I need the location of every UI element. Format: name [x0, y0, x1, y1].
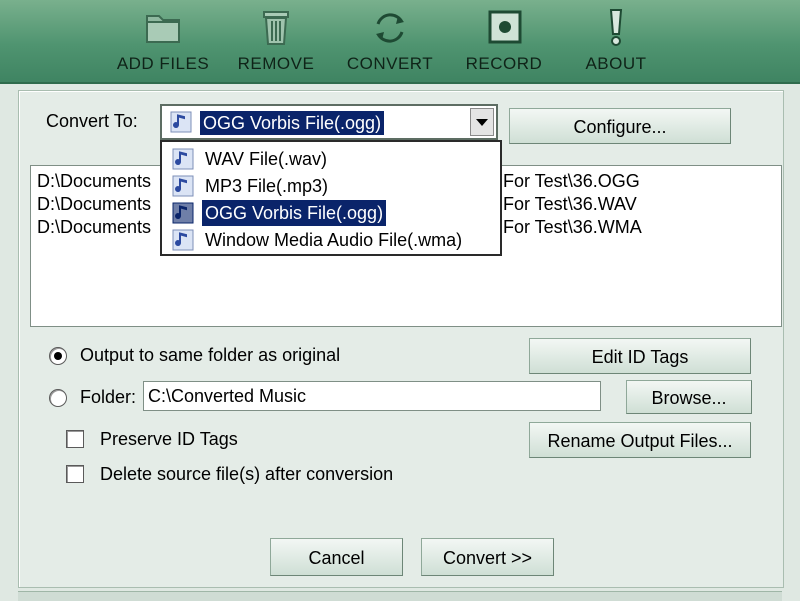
- convert-button[interactable]: Convert >>: [421, 538, 554, 576]
- list-item[interactable]: D:\Documents For Test\36.WMA: [37, 216, 642, 239]
- same-folder-label: Output to same folder as original: [80, 345, 341, 365]
- about-button[interactable]: ABOUT: [576, 0, 656, 82]
- dropdown-arrow-button[interactable]: [470, 108, 494, 136]
- delete-source-label: Delete source file(s) after conversion: [100, 464, 394, 484]
- trash-icon: [263, 11, 289, 45]
- file-path-end: For Test\36.WAV: [503, 194, 637, 214]
- convert-arrows-icon: [376, 13, 404, 43]
- toolbar: ADD FILES REMOVE CONVERT RECORD ABOUT: [0, 0, 800, 84]
- remove-button[interactable]: REMOVE: [230, 0, 322, 82]
- browse-button[interactable]: Browse...: [626, 380, 752, 414]
- music-note-icon: [172, 229, 194, 251]
- delete-source-checkbox[interactable]: [66, 465, 84, 483]
- remove-label: REMOVE: [237, 54, 315, 73]
- cancel-button[interactable]: Cancel: [270, 538, 403, 576]
- add-files-label: ADD FILES: [116, 54, 210, 73]
- file-path-start: D:\Documents: [37, 171, 152, 191]
- record-label: RECORD: [465, 54, 543, 73]
- preserve-id-tags-checkbox[interactable]: [66, 430, 84, 448]
- list-item[interactable]: D:\Documents For Test\36.OGG: [37, 170, 640, 193]
- folder-radio[interactable]: [49, 389, 67, 407]
- format-option-label: WAV File(.wav): [205, 149, 328, 169]
- add-files-button[interactable]: ADD FILES: [110, 0, 216, 82]
- music-note-icon: [172, 202, 194, 224]
- folder-label: Folder:: [80, 387, 137, 407]
- file-path-end: For Test\36.WMA: [503, 217, 642, 237]
- edit-id-tags-button[interactable]: Edit ID Tags: [529, 338, 751, 374]
- about-label: ABOUT: [585, 54, 647, 73]
- format-select-value: OGG Vorbis File(.ogg): [200, 111, 385, 135]
- file-path-end: For Test\36.OGG: [503, 171, 640, 191]
- exclamation-icon: [609, 9, 623, 46]
- record-icon: [488, 10, 522, 44]
- music-note-icon: [172, 175, 194, 197]
- record-button[interactable]: RECORD: [458, 0, 550, 82]
- preserve-id-tags-label: Preserve ID Tags: [100, 429, 238, 449]
- chevron-down-icon: [476, 119, 488, 126]
- radio-selected-dot: [54, 352, 62, 360]
- list-item[interactable]: D:\Documents For Test\36.WAV: [37, 193, 637, 216]
- format-option-label: OGG Vorbis File(.ogg): [202, 200, 387, 226]
- format-option-label: Window Media Audio File(.wma): [205, 230, 463, 250]
- convert-toolbar-button[interactable]: CONVERT: [340, 0, 440, 82]
- file-path-start: D:\Documents: [37, 194, 152, 214]
- format-option-label: MP3 File(.mp3): [205, 176, 329, 196]
- convert-to-label: Convert To:: [46, 111, 138, 131]
- format-dropdown-list: WAV File(.wav) MP3 File(.mp3) OGG Vorbis…: [160, 140, 502, 256]
- configure-button[interactable]: Configure...: [509, 108, 731, 144]
- rename-output-files-button[interactable]: Rename Output Files...: [529, 422, 751, 458]
- file-path-start: D:\Documents: [37, 217, 152, 237]
- folder-icon: [146, 15, 180, 43]
- music-note-icon: [170, 111, 192, 133]
- music-note-icon: [172, 148, 194, 170]
- format-select[interactable]: OGG Vorbis File(.ogg): [160, 104, 498, 140]
- convert-toolbar-label: CONVERT: [346, 54, 434, 73]
- same-folder-radio[interactable]: [49, 347, 67, 365]
- folder-path-input[interactable]: [143, 381, 601, 411]
